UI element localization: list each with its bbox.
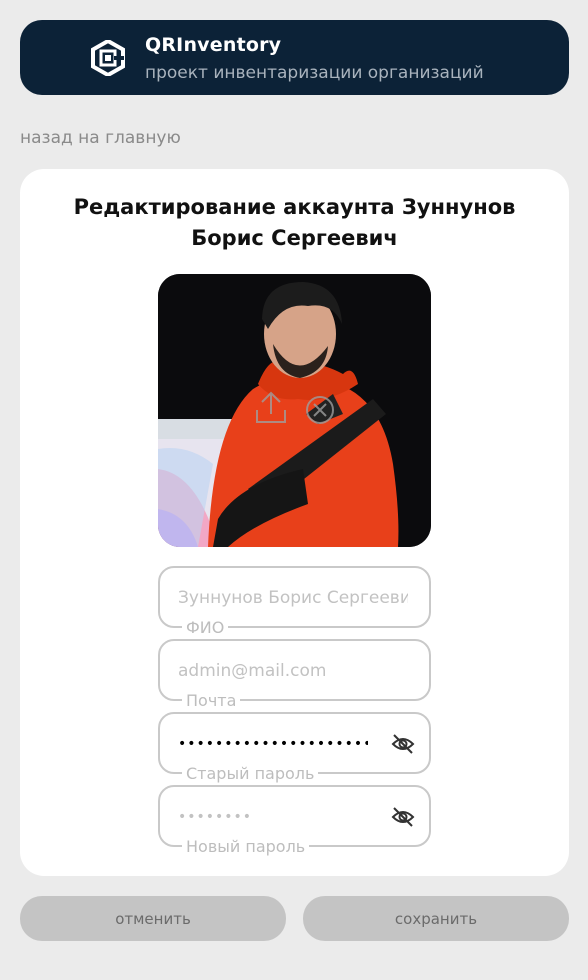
email-label: Почта <box>182 691 241 711</box>
close-circle-icon[interactable] <box>304 394 336 426</box>
page-title-line2: Борис Сергеевич <box>191 226 398 250</box>
new-password-input[interactable] <box>178 802 368 832</box>
old-password-input[interactable] <box>178 729 368 759</box>
fio-field: ФИО <box>158 566 431 638</box>
app-subtitle: проект инвентаризации организаций <box>145 63 484 83</box>
upload-icon[interactable] <box>254 390 288 426</box>
edit-account-card: Редактирование аккаунта Зуннунов Борис С… <box>20 169 569 876</box>
cancel-button[interactable]: отменить <box>20 896 286 941</box>
page-title: Редактирование аккаунта Зуннунов Борис С… <box>20 192 569 254</box>
eye-off-icon[interactable] <box>391 806 415 828</box>
new-password-label: Новый пароль <box>182 837 310 857</box>
email-field: Почта <box>158 639 431 711</box>
old-password-field: Старый пароль <box>158 712 431 784</box>
save-button[interactable]: сохранить <box>303 896 569 941</box>
avatar-photo <box>158 274 431 547</box>
old-password-label: Старый пароль <box>182 764 319 784</box>
email-input[interactable] <box>178 656 408 686</box>
fio-input[interactable] <box>178 583 408 613</box>
app-name: QRInventory <box>145 34 282 56</box>
qr-hexagon-logo-icon[interactable] <box>90 40 126 76</box>
app-header: QRInventory проект инвентаризации органи… <box>20 20 569 95</box>
fio-label: ФИО <box>182 618 229 638</box>
page-title-line1: Редактирование аккаунта Зуннунов <box>73 195 516 219</box>
new-password-field: Новый пароль <box>158 785 431 857</box>
eye-off-icon[interactable] <box>391 733 415 755</box>
back-to-home-link[interactable]: назад на главную <box>20 128 181 148</box>
